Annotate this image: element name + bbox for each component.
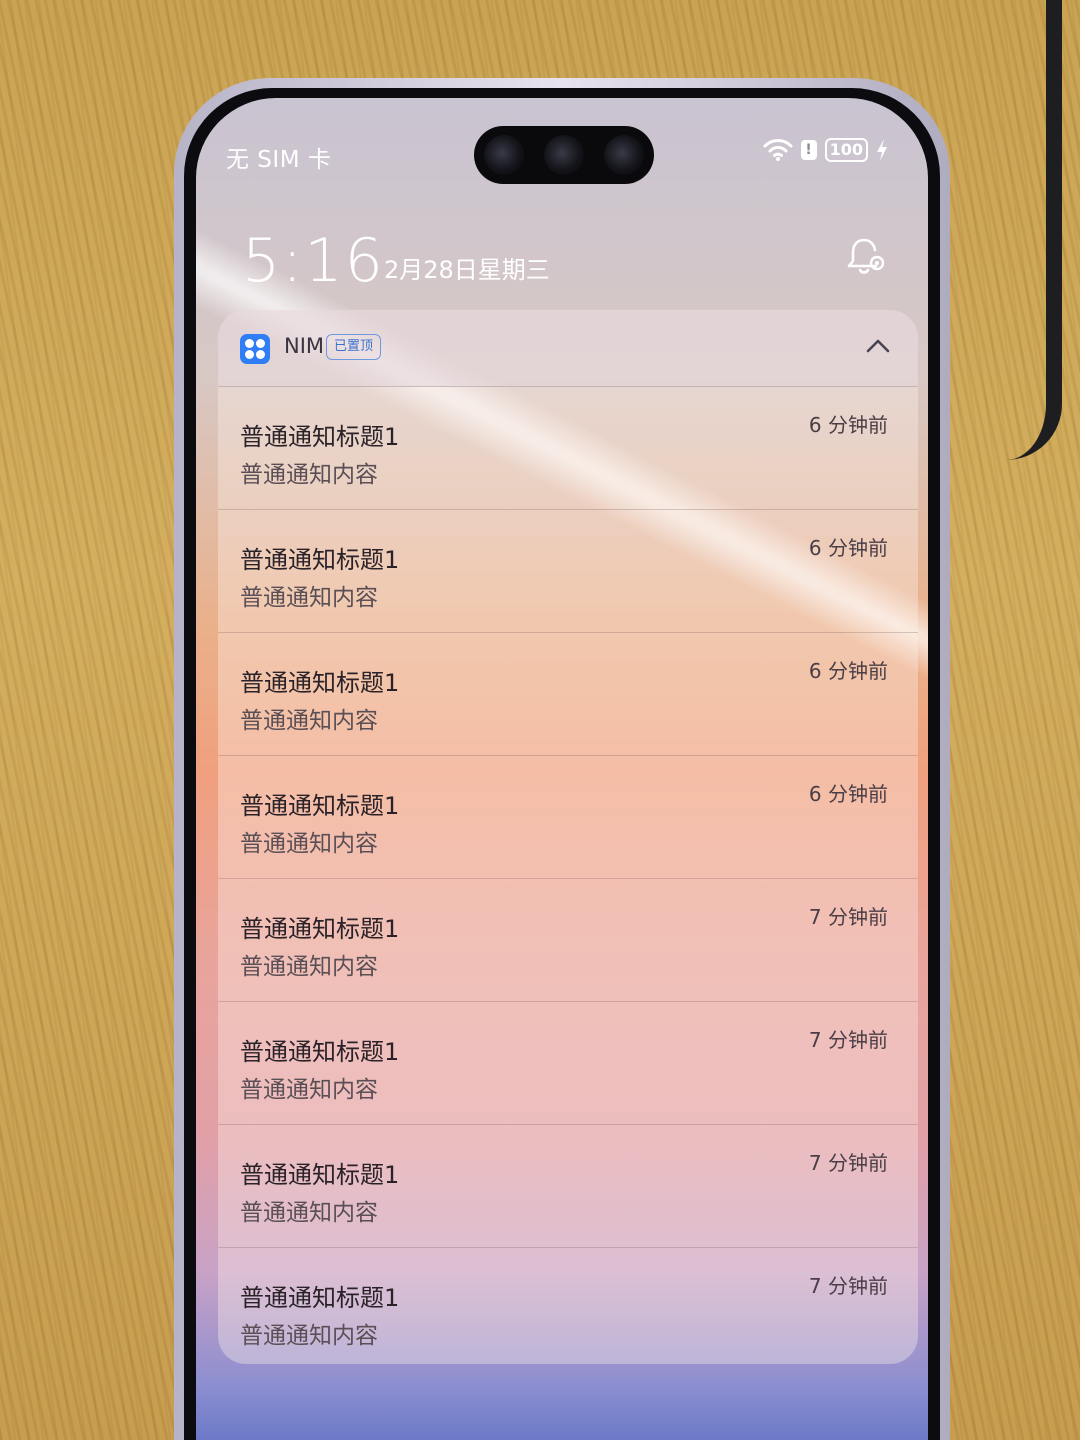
- notification-title: 普通通知标题1: [240, 1284, 400, 1312]
- phone-bezel: 无 SIM 卡 ! 100 5:16 2月28日星期三 NIM 已置顶 普通通知…: [184, 88, 940, 1440]
- notification-time: 7 分钟前: [808, 1028, 888, 1052]
- notification-body: 普通通知内容: [240, 831, 378, 857]
- notification-item[interactable]: 普通通知标题1 普通通知内容 6 分钟前: [218, 387, 918, 510]
- charging-cable: [1006, 0, 1062, 460]
- camera-lens-icon: [604, 135, 644, 175]
- notification-body: 普通通知内容: [240, 708, 378, 734]
- notification-title: 普通通知标题1: [240, 1038, 400, 1066]
- app-name: NIM: [284, 334, 325, 358]
- camera-lens-icon: [484, 135, 524, 175]
- notification-group[interactable]: NIM 已置顶 普通通知标题1 普通通知内容 6 分钟前 普通通知标题1 普通通…: [218, 310, 918, 1364]
- nim-app-icon: [240, 334, 270, 364]
- notification-title: 普通通知标题1: [240, 423, 400, 451]
- notification-item[interactable]: 普通通知标题1 普通通知内容 7 分钟前: [218, 1125, 918, 1248]
- notification-body: 普通通知内容: [240, 462, 378, 488]
- notification-time: 7 分钟前: [808, 1151, 888, 1175]
- notification-time: 6 分钟前: [808, 782, 888, 806]
- notification-body: 普通通知内容: [240, 1077, 378, 1103]
- notification-time: 6 分钟前: [808, 659, 888, 683]
- notification-item[interactable]: 普通通知标题1 普通通知内容 6 分钟前: [218, 633, 918, 756]
- camera-cutout: [474, 126, 654, 184]
- notification-title: 普通通知标题1: [240, 792, 400, 820]
- notification-title: 普通通知标题1: [240, 915, 400, 943]
- alert-icon: !: [800, 140, 817, 160]
- status-icons: ! 100: [763, 138, 888, 162]
- notification-time: 7 分钟前: [808, 905, 888, 929]
- lock-date: 2月28日星期三: [384, 256, 550, 284]
- notification-title: 普通通知标题1: [240, 1161, 400, 1189]
- notification-item[interactable]: 普通通知标题1 普通通知内容 7 分钟前: [218, 879, 918, 1002]
- pinned-badge: 已置顶: [326, 334, 382, 360]
- notification-body: 普通通知内容: [240, 1323, 378, 1349]
- notification-group-header[interactable]: NIM 已置顶: [218, 310, 918, 387]
- wifi-icon: [763, 139, 793, 161]
- lock-clock: 5:16: [242, 226, 385, 296]
- charging-bolt-icon: [877, 139, 887, 161]
- notification-body: 普通通知内容: [240, 1200, 378, 1226]
- status-bar: 无 SIM 卡 ! 100: [226, 126, 898, 184]
- notification-time: 6 分钟前: [808, 536, 888, 560]
- battery-indicator: 100: [824, 138, 868, 162]
- notification-time: 6 分钟前: [808, 413, 888, 437]
- notification-time: 7 分钟前: [808, 1274, 888, 1298]
- notification-title: 普通通知标题1: [240, 669, 400, 697]
- carrier-label: 无 SIM 卡: [226, 147, 332, 173]
- clock-row: 5:16 2月28日星期三: [242, 226, 888, 296]
- notification-item[interactable]: 普通通知标题1 普通通知内容 6 分钟前: [218, 756, 918, 879]
- notification-item[interactable]: 普通通知标题1 普通通知内容 7 分钟前: [218, 1002, 918, 1125]
- notification-body: 普通通知内容: [240, 954, 378, 980]
- notification-item[interactable]: 普通通知标题1 普通通知内容 7 分钟前: [218, 1248, 918, 1364]
- phone-frame: 无 SIM 卡 ! 100 5:16 2月28日星期三 NIM 已置顶 普通通知…: [174, 78, 950, 1440]
- bell-settings-icon[interactable]: [844, 234, 888, 278]
- lock-screen: 无 SIM 卡 ! 100 5:16 2月28日星期三 NIM 已置顶 普通通知…: [196, 98, 928, 1440]
- notification-body: 普通通知内容: [240, 585, 378, 611]
- chevron-up-icon[interactable]: [864, 332, 892, 360]
- notification-item[interactable]: 普通通知标题1 普通通知内容 6 分钟前: [218, 510, 918, 633]
- camera-lens-icon: [544, 135, 584, 175]
- notification-title: 普通通知标题1: [240, 546, 400, 574]
